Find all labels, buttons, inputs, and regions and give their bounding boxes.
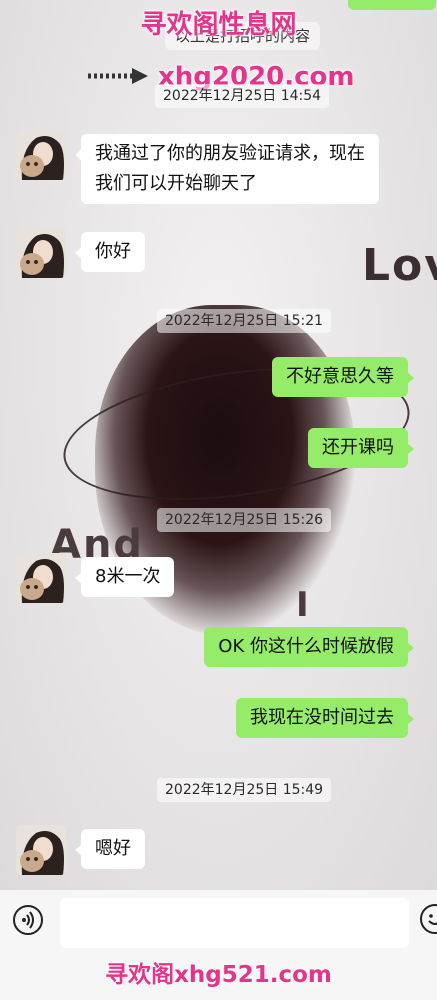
message-text: 我们可以开始聊天了 [95,173,257,194]
message-input[interactable] [60,898,409,948]
arrow-icon [86,66,154,86]
avatar[interactable] [16,825,66,875]
timestamp: 2022年12月25日 15:49 [157,778,332,802]
message-text: 不好意思久等 [286,366,394,387]
message-text: 8米一次 [95,566,161,587]
message-text: OK 你这什么时候放假 [218,636,394,657]
avatar[interactable] [16,553,66,603]
message-text: 还开课吗 [322,437,394,458]
message-bubble-received[interactable]: 你好 [75,232,145,272]
avatar[interactable] [16,130,66,180]
emoji-icon[interactable] [420,904,437,934]
message-text: 嗯好 [95,838,131,859]
timestamp: 2022年12月25日 14:54 [155,84,330,108]
message-bubble-sent[interactable]: 我现在没时间过去 [236,698,414,738]
watermark-top-title: 寻欢阁性息网 [140,10,297,40]
message-bubble-received[interactable]: 我通过了你的朋友验证请求，现在 我们可以开始聊天了 [75,134,379,204]
timestamp: 2022年12月25日 15:21 [157,309,332,333]
message-text: 我通过了你的朋友验证请求，现在 [95,143,365,164]
message-bubble-sent[interactable]: 还开课吗 [308,428,414,468]
voice-icon[interactable] [13,905,43,935]
message-text: 你好 [95,241,131,262]
watermark-bottom: 寻欢阁xhg521.com [105,962,332,988]
message-bubble-received[interactable]: 8米一次 [74,557,175,597]
avatar[interactable] [16,228,66,278]
message-text: 我现在没时间过去 [250,707,394,728]
love-background-word: Lov [362,240,437,291]
message-bubble-received[interactable]: 嗯好 [75,829,145,869]
timestamp: 2022年12月25日 15:26 [157,508,332,532]
message-bubble-sent[interactable]: OK 你这什么时候放假 [204,627,414,667]
message-bubble-sent[interactable]: 不好意思久等 [272,357,414,397]
background-word-fragment: I [296,585,311,625]
